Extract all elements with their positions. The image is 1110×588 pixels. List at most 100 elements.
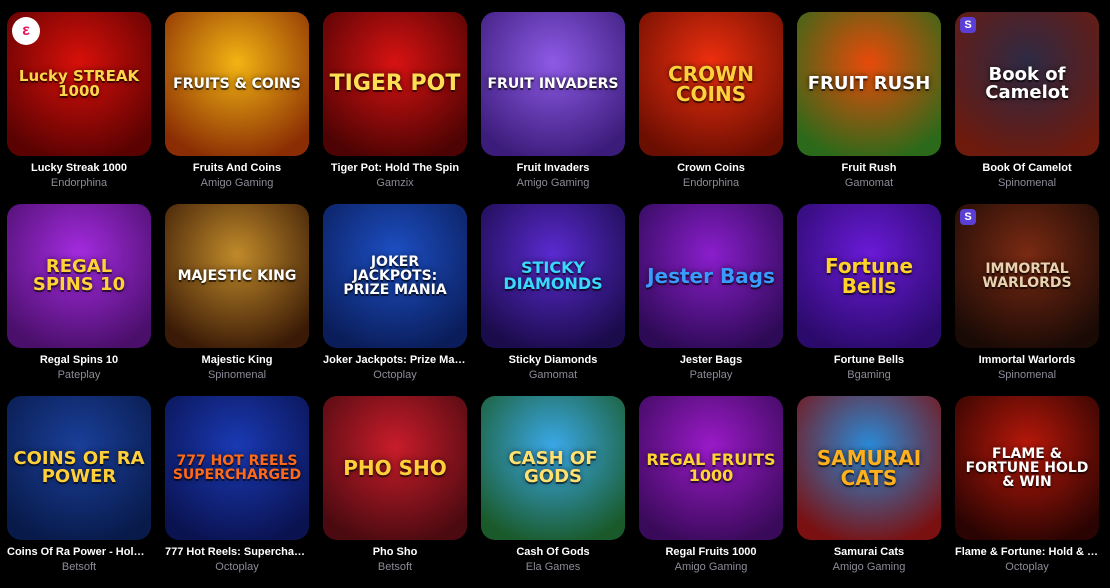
game-thumbnail[interactable]: REGAL SPINS 10 (7, 204, 151, 348)
game-provider: Ela Games (525, 561, 581, 573)
game-logo-text: Fortune Bells (824, 254, 914, 298)
game-provider: Betsoft (377, 561, 413, 573)
game-title[interactable]: Samurai Cats (797, 545, 941, 560)
provider-badge-icon: ε (12, 17, 40, 45)
game-logo-text: REGAL SPINS 10 (32, 256, 126, 295)
game-provider: Bgaming (847, 369, 891, 381)
game-card[interactable]: Jester Bags Jester Bags Pateplay (639, 204, 783, 396)
game-logo-text: FRUIT RUSH (807, 73, 931, 94)
game-logo-text: CROWN COINS (668, 62, 754, 106)
game-thumbnail[interactable]: REGAL FRUITS 1000 (639, 396, 783, 540)
game-title[interactable]: Fruit Rush (797, 161, 941, 176)
game-title[interactable]: Fruits And Coins (165, 161, 309, 176)
game-logo-text: Jester Bags (647, 264, 775, 288)
game-card[interactable]: S Book of Camelot Book Of Camelot Spinomena… (955, 12, 1099, 204)
game-title[interactable]: Jester Bags (639, 353, 783, 368)
game-logo-text: JOKER JACKPOTS: PRIZE MANIA (343, 254, 447, 298)
game-thumbnail[interactable]: 777 HOT REELS SUPERCHARGED (165, 396, 309, 540)
game-card[interactable]: REGAL FRUITS 1000 Regal Fruits 1000 Amigo … (639, 396, 783, 588)
game-title[interactable]: Joker Jackpots: Prize Mania (323, 353, 467, 368)
game-thumbnail[interactable]: Jester Bags (639, 204, 783, 348)
game-provider: Amigo Gaming (200, 177, 274, 189)
game-provider: Spinomenal (997, 369, 1057, 381)
game-thumbnail[interactable]: FRUIT INVADERS (481, 12, 625, 156)
game-thumbnail[interactable]: ε Lucky STREAK 1000 (7, 12, 151, 156)
game-title[interactable]: Fortune Bells (797, 353, 941, 368)
game-thumbnail[interactable]: S IMMORTAL WARLORDS (955, 204, 1099, 348)
game-thumbnail[interactable]: SAMURAI CATS (797, 396, 941, 540)
game-thumbnail[interactable]: PHO SHO (323, 396, 467, 540)
game-provider: Gamomat (844, 177, 894, 189)
game-provider: Pateplay (57, 369, 101, 381)
game-thumbnail[interactable]: S Book of Camelot (955, 12, 1099, 156)
game-card[interactable]: JOKER JACKPOTS: PRIZE MANIA Joker Jackpot… (323, 204, 467, 396)
game-card[interactable]: TIGER POT Tiger Pot: Hold The Spin Gamzix (323, 12, 467, 204)
game-card[interactable]: S IMMORTAL WARLORDS Immortal Warlords Spino… (955, 204, 1099, 396)
game-title[interactable]: Majestic King (165, 353, 309, 368)
game-title[interactable]: Lucky Streak 1000 (7, 161, 151, 176)
game-thumbnail[interactable]: TIGER POT (323, 12, 467, 156)
game-provider: Spinomenal (997, 177, 1057, 189)
game-logo-text: FRUIT INVADERS (487, 76, 619, 92)
game-title[interactable]: Tiger Pot: Hold The Spin (323, 161, 467, 176)
game-provider: Octoplay (215, 561, 259, 573)
game-thumbnail[interactable]: FRUITS & COINS (165, 12, 309, 156)
game-logo-text: COINS OF RA POWER (13, 448, 145, 487)
game-card[interactable]: COINS OF RA POWER Coins Of Ra Power - Hol… (7, 396, 151, 588)
game-title[interactable]: Crown Coins (639, 161, 783, 176)
game-thumbnail[interactable]: FLAME & FORTUNE HOLD & WIN (955, 396, 1099, 540)
game-provider: Octoplay (373, 369, 417, 381)
game-card[interactable]: REGAL SPINS 10 Regal Spins 10 Pateplay (7, 204, 151, 396)
game-card[interactable]: MAJESTIC KING Majestic King Spinomenal (165, 204, 309, 396)
game-logo-text: Lucky STREAK 1000 (18, 67, 140, 100)
game-card[interactable]: FRUIT INVADERS Fruit Invaders Amigo Gaming (481, 12, 625, 204)
game-card[interactable]: CASH OF GODS Cash Of Gods Ela Games (481, 396, 625, 588)
game-title[interactable]: Flame & Fortune: Hold & Win (955, 545, 1099, 560)
game-card[interactable]: STICKY DIAMONDS Sticky Diamonds Gamomat (481, 204, 625, 396)
game-logo-text: SAMURAI CATS (816, 446, 922, 490)
game-provider: Betsoft (61, 561, 97, 573)
game-title[interactable]: Coins Of Ra Power - Hold & Win (7, 545, 151, 560)
game-card[interactable]: Fortune Bells Fortune Bells Bgaming (797, 204, 941, 396)
game-provider: Gamzix (376, 177, 414, 189)
game-logo-text: FRUITS & COINS (173, 76, 301, 92)
game-logo-text: STICKY DIAMONDS (503, 258, 603, 293)
game-card[interactable]: PHO SHO Pho Sho Betsoft (323, 396, 467, 588)
game-title[interactable]: Regal Fruits 1000 (639, 545, 783, 560)
game-title[interactable]: Immortal Warlords (955, 353, 1099, 368)
game-logo-text: Book of Camelot (985, 64, 1069, 103)
game-title[interactable]: Book Of Camelot (955, 161, 1099, 176)
game-title[interactable]: Cash Of Gods (481, 545, 625, 560)
game-thumbnail[interactable]: FRUIT RUSH (797, 12, 941, 156)
game-card[interactable]: FRUITS & COINS Fruits And Coins Amigo Gami… (165, 12, 309, 204)
game-card[interactable]: ε Lucky STREAK 1000 Lucky Streak 1000 Endor… (7, 12, 151, 204)
game-provider: Pateplay (689, 369, 733, 381)
game-title[interactable]: Regal Spins 10 (7, 353, 151, 368)
game-thumbnail[interactable]: Fortune Bells (797, 204, 941, 348)
game-provider: Endorphina (682, 177, 740, 189)
game-card[interactable]: FRUIT RUSH Fruit Rush Gamomat (797, 12, 941, 204)
game-thumbnail[interactable]: COINS OF RA POWER (7, 396, 151, 540)
game-card[interactable]: 777 HOT REELS SUPERCHARGED 777 Hot Reels:… (165, 396, 309, 588)
game-thumbnail[interactable]: CROWN COINS (639, 12, 783, 156)
game-title[interactable]: Pho Sho (323, 545, 467, 560)
game-card[interactable]: CROWN COINS Crown Coins Endorphina (639, 12, 783, 204)
game-logo-text: 777 HOT REELS SUPERCHARGED (172, 453, 302, 483)
game-grid: ε Lucky STREAK 1000 Lucky Streak 1000 Endor… (7, 12, 1099, 588)
game-provider: Endorphina (50, 177, 108, 189)
game-thumbnail[interactable]: MAJESTIC KING (165, 204, 309, 348)
game-provider: Gamomat (528, 369, 578, 381)
game-logo-text: CASH OF GODS (508, 448, 598, 487)
game-title[interactable]: 777 Hot Reels: Supercharged (165, 545, 309, 560)
game-thumbnail[interactable]: CASH OF GODS (481, 396, 625, 540)
game-card[interactable]: SAMURAI CATS Samurai Cats Amigo Gaming (797, 396, 941, 588)
game-provider: Amigo Gaming (516, 177, 590, 189)
game-logo-text: TIGER POT (329, 71, 461, 96)
game-logo-text: REGAL FRUITS 1000 (646, 450, 776, 485)
game-card[interactable]: FLAME & FORTUNE HOLD & WIN Flame & Fortun… (955, 396, 1099, 588)
game-thumbnail[interactable]: STICKY DIAMONDS (481, 204, 625, 348)
game-logo-text: IMMORTAL WARLORDS (982, 261, 1072, 291)
game-title[interactable]: Sticky Diamonds (481, 353, 625, 368)
game-title[interactable]: Fruit Invaders (481, 161, 625, 176)
game-thumbnail[interactable]: JOKER JACKPOTS: PRIZE MANIA (323, 204, 467, 348)
